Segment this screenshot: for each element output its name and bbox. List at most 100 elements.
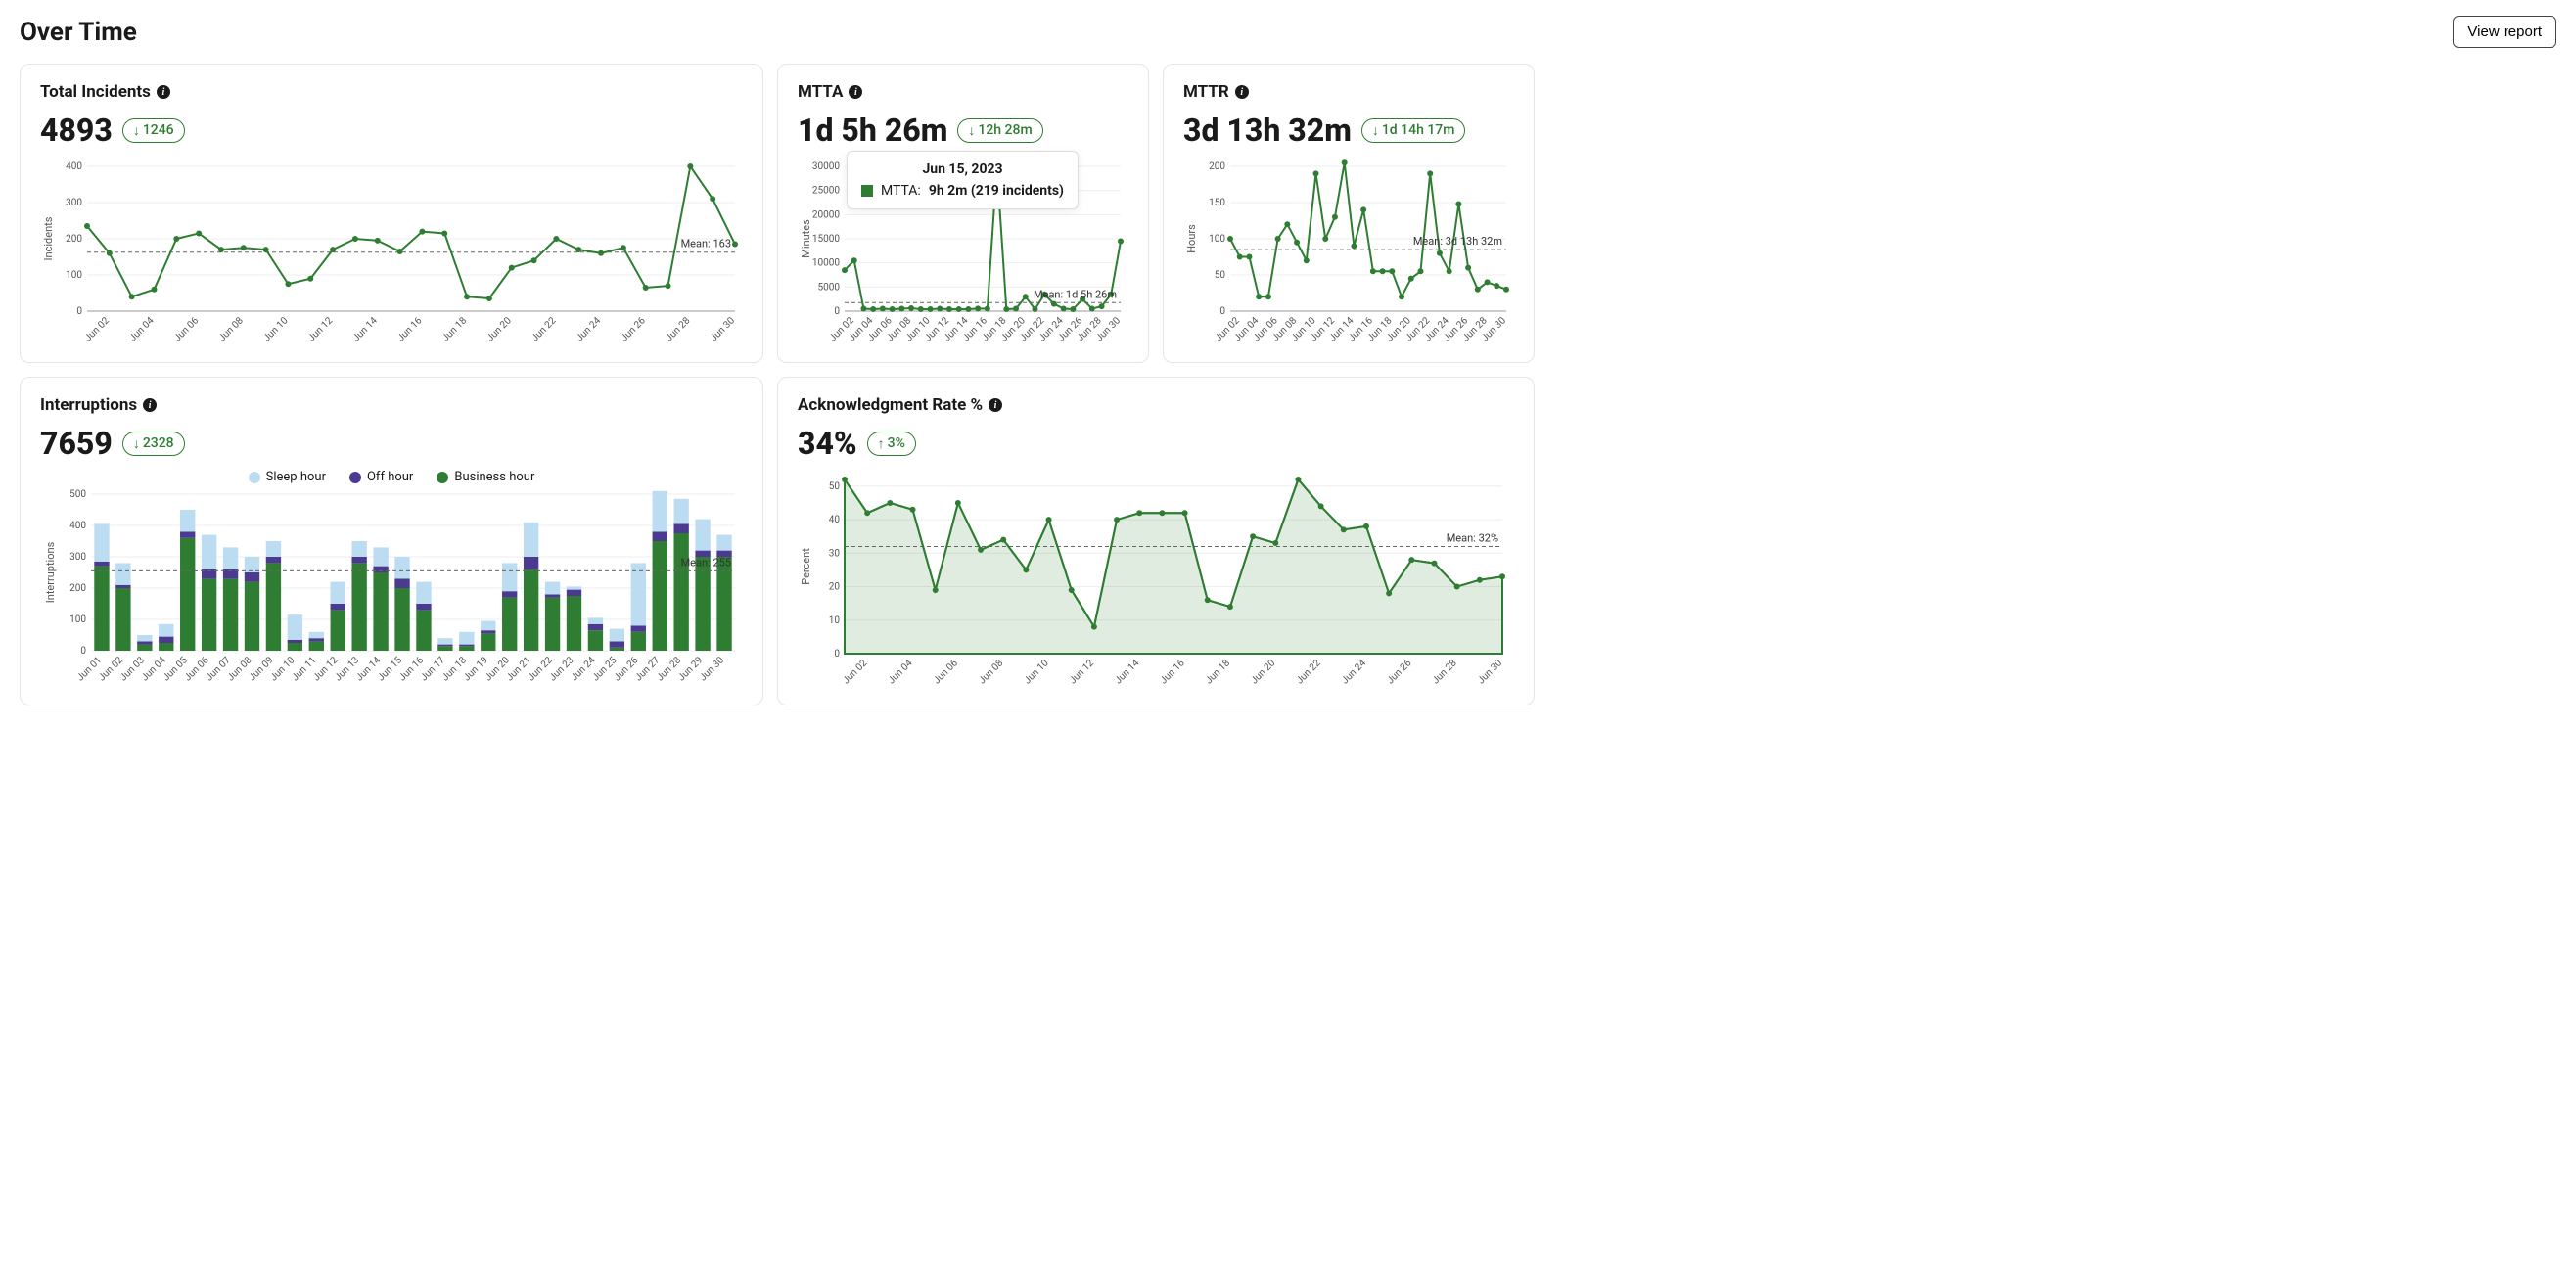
svg-text:Jun 20: Jun 20 (1249, 658, 1277, 686)
legend-label: Sleep hour (266, 470, 326, 484)
svg-text:Jun 30: Jun 30 (1476, 658, 1504, 686)
svg-text:Mean: 255: Mean: 255 (681, 556, 731, 569)
svg-text:Jun 10: Jun 10 (1022, 658, 1050, 686)
svg-text:Jun 12: Jun 12 (306, 315, 335, 343)
svg-text:Jun 08: Jun 08 (977, 658, 1005, 686)
delta-badge: 1246 (122, 118, 185, 143)
svg-text:50: 50 (1215, 270, 1226, 281)
svg-text:Jun 22: Jun 22 (529, 315, 558, 343)
card-total-incidents: Total Incidents i 4893 1246 0 100 200 300 40… (20, 64, 763, 363)
tooltip-value: 9h 2m (219 incidents) (929, 183, 1064, 199)
svg-text:Minutes: Minutes (800, 219, 812, 258)
metric-value: 7659 (40, 425, 113, 462)
svg-text:Percent: Percent (800, 548, 812, 585)
svg-text:400: 400 (69, 521, 86, 531)
svg-text:400: 400 (66, 161, 82, 172)
svg-text:Jun 14: Jun 14 (1113, 658, 1141, 686)
page-title: Over Time (20, 18, 137, 47)
delta-badge: 1d 14h 17m (1361, 118, 1466, 143)
svg-text:Jun 08: Jun 08 (217, 315, 246, 343)
legend-label: Off hour (367, 470, 413, 484)
card-title: MTTR (1183, 82, 1229, 102)
card-title: Total Incidents (40, 82, 151, 102)
card-interruptions: Interruptions i 7659 2328 Sleep hour Off… (20, 377, 763, 705)
svg-text:200: 200 (66, 234, 82, 245)
legend-swatch-icon (437, 472, 448, 483)
card-title: MTTA (798, 82, 843, 102)
view-report-button[interactable]: View report (2453, 16, 2556, 48)
svg-text:Jun 30: Jun 30 (698, 655, 726, 683)
svg-text:0: 0 (76, 306, 82, 317)
svg-text:10: 10 (829, 615, 841, 626)
chart-mtta[interactable]: 050001000015000200002500030000Jun 02Jun … (798, 157, 1128, 352)
legend-label: Business hour (454, 470, 534, 484)
svg-text:Jun 30: Jun 30 (709, 315, 737, 343)
svg-text:Jun 16: Jun 16 (1159, 658, 1187, 686)
svg-text:Jun 22: Jun 22 (1295, 658, 1323, 686)
card-title: Interruptions (40, 395, 137, 415)
svg-text:5000: 5000 (818, 282, 841, 293)
svg-text:Jun 14: Jun 14 (351, 315, 380, 343)
svg-text:30: 30 (829, 548, 841, 559)
chart-legend: Sleep hour Off hour Business hour (40, 470, 743, 484)
svg-text:50: 50 (829, 481, 841, 492)
svg-text:Jun 04: Jun 04 (127, 315, 156, 343)
svg-text:Jun 20: Jun 20 (485, 315, 514, 343)
svg-text:0: 0 (80, 646, 86, 657)
chart-tooltip: Jun 15, 2023 MTTA: 9h 2m (219 incidents) (847, 151, 1079, 209)
svg-text:20000: 20000 (812, 209, 840, 220)
svg-text:100: 100 (66, 270, 82, 281)
chart-total-incidents[interactable]: 0 100 200 300 400 Jun 02 Jun 04 Jun 06 Jun 08 Jun… (40, 157, 743, 352)
svg-text:0: 0 (1219, 306, 1225, 317)
metric-value: 34% (798, 425, 857, 462)
tooltip-series-label: MTTA: (881, 183, 921, 199)
svg-text:40: 40 (829, 515, 841, 525)
svg-text:Jun 26: Jun 26 (620, 315, 648, 343)
info-icon[interactable]: i (143, 398, 157, 412)
metric-value: 4893 (40, 112, 113, 149)
chart-mttr[interactable]: 050100150200Jun 02Jun 04Jun 06Jun 08Jun … (1183, 157, 1514, 352)
info-icon[interactable]: i (157, 85, 170, 99)
svg-text:Jun 18: Jun 18 (440, 315, 469, 343)
svg-text:Mean: 32%: Mean: 32% (1447, 531, 1498, 544)
svg-text:Hours: Hours (1185, 224, 1198, 253)
svg-text:Jun 04: Jun 04 (886, 658, 914, 686)
tooltip-swatch-icon (861, 185, 873, 197)
svg-text:200: 200 (1209, 161, 1225, 172)
info-icon[interactable]: i (1235, 85, 1249, 99)
svg-text:Mean: 3d 13h 32m: Mean: 3d 13h 32m (1413, 235, 1502, 248)
info-icon[interactable]: i (989, 398, 1002, 412)
svg-text:Mean: 1d 5h 26m: Mean: 1d 5h 26m (1034, 288, 1117, 300)
svg-text:300: 300 (66, 198, 82, 208)
card-mtta: MTTA i 1d 5h 26m 12h 28m 050001000015000… (777, 64, 1149, 363)
chart-interruptions[interactable]: 0100200300400500Mean: 255Jun 01Jun 02Jun… (40, 488, 743, 694)
legend-swatch-icon (249, 472, 260, 483)
svg-text:200: 200 (69, 583, 86, 594)
svg-text:Interruptions: Interruptions (44, 541, 57, 603)
svg-text:Jun 28: Jun 28 (664, 315, 692, 343)
svg-text:Jun 06: Jun 06 (172, 315, 201, 343)
legend-swatch-icon (349, 472, 361, 483)
delta-badge: 3% (867, 432, 916, 456)
svg-text:Jun 06: Jun 06 (932, 658, 960, 686)
svg-text:10000: 10000 (812, 258, 840, 269)
svg-text:100: 100 (1209, 234, 1225, 245)
svg-text:Jun 02: Jun 02 (841, 658, 869, 686)
svg-text:500: 500 (69, 489, 86, 500)
svg-text:Incidents: Incidents (42, 216, 55, 260)
svg-text:Jun 02: Jun 02 (83, 315, 112, 343)
svg-text:150: 150 (1209, 198, 1225, 208)
card-ack-rate: Acknowledgment Rate % i 34% 3% 0 10 20 30 40… (777, 377, 1535, 705)
svg-text:0: 0 (834, 649, 840, 660)
chart-ack-rate[interactable]: 0 10 20 30 40 50 Jun 02 Jun 04 Jun 06 Jun 08 Jun 1… (798, 470, 1514, 695)
svg-text:300: 300 (69, 552, 86, 563)
delta-badge: 12h 28m (957, 118, 1042, 143)
svg-text:15000: 15000 (812, 234, 840, 245)
svg-text:20: 20 (829, 582, 841, 593)
info-icon[interactable]: i (849, 85, 862, 99)
svg-text:30000: 30000 (812, 161, 840, 172)
card-title: Acknowledgment Rate % (798, 395, 983, 415)
svg-text:25000: 25000 (812, 186, 840, 197)
svg-text:Jun 10: Jun 10 (261, 315, 290, 343)
svg-text:Mean: 163: Mean: 163 (681, 238, 731, 250)
